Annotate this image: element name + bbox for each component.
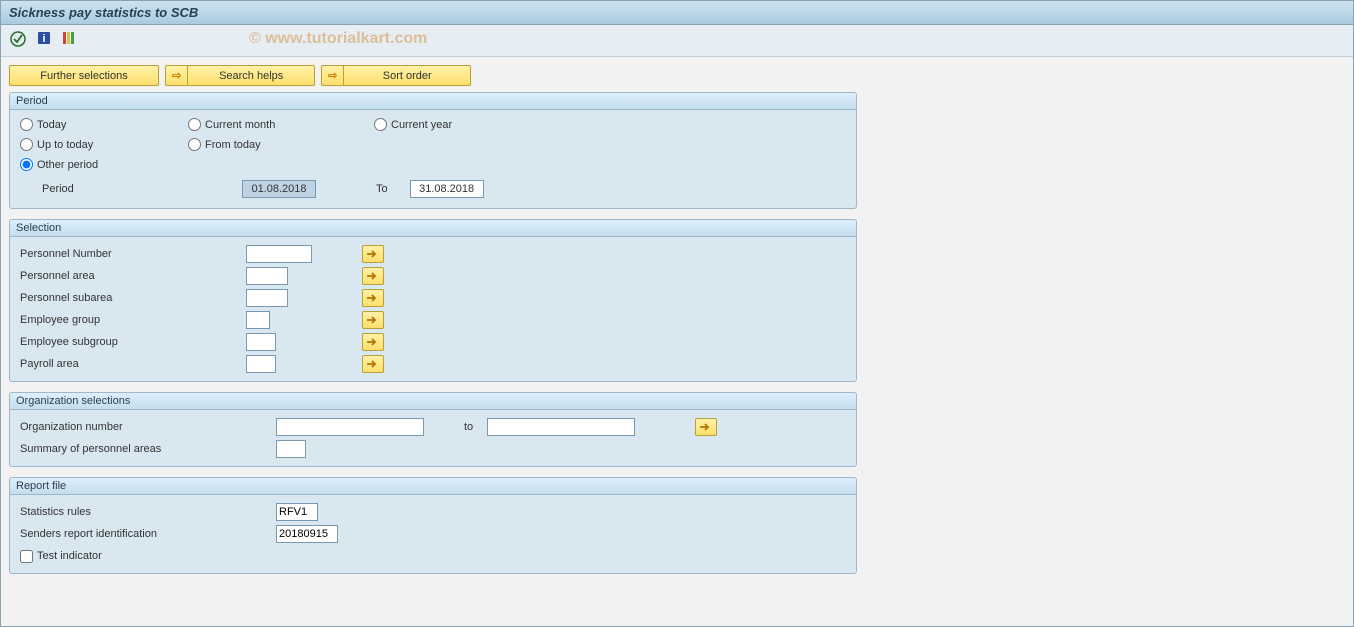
selection-group: Selection Personnel Number Personnel are… [9, 219, 857, 382]
to-label: To [376, 183, 388, 195]
radio-current-month[interactable]: Current month [188, 118, 275, 131]
report-file-group: Report file Statistics rules Senders rep… [9, 477, 857, 574]
further-selections-button[interactable]: Further selections [9, 65, 159, 86]
organization-group: Organization selections Organization num… [9, 392, 857, 467]
multi-select-button[interactable] [362, 245, 384, 263]
label-payroll-area: Payroll area [20, 358, 246, 370]
summary-personnel-areas-input[interactable] [276, 440, 306, 458]
label-org-number: Organization number [20, 421, 276, 433]
label-employee-group: Employee group [20, 314, 246, 326]
title-bar: Sickness pay statistics to SCB [1, 1, 1353, 25]
toolbar: i © www.tutorialkart.com [1, 25, 1353, 57]
period-label: Period [42, 183, 242, 195]
group-title: Selection [10, 220, 856, 237]
label-sender-report-id: Senders report identification [20, 528, 276, 540]
search-helps-button[interactable]: ⇨ Search helps [165, 65, 315, 86]
org-number-from-input[interactable] [276, 418, 424, 436]
radio-up-to-today[interactable]: Up to today [20, 138, 93, 151]
multi-select-button[interactable] [362, 355, 384, 373]
radio-from-today[interactable]: From today [188, 138, 261, 151]
period-group: Period Today Current month Current year … [9, 92, 857, 209]
label-summary-personnel-areas: Summary of personnel areas [20, 443, 276, 455]
page-title: Sickness pay statistics to SCB [9, 5, 198, 20]
group-title: Report file [10, 478, 856, 495]
content-area: Further selections ⇨ Search helps ⇨ Sort… [1, 57, 1353, 592]
group-title: Organization selections [10, 393, 856, 410]
label-test-indicator: Test indicator [37, 550, 102, 562]
label-statistics-rules: Statistics rules [20, 506, 276, 518]
button-label: Further selections [32, 66, 135, 85]
multi-select-button[interactable] [362, 267, 384, 285]
label-personnel-number: Personnel Number [20, 248, 246, 260]
svg-text:i: i [43, 33, 46, 45]
multi-select-button[interactable] [362, 311, 384, 329]
period-from-field[interactable]: 01.08.2018 [242, 180, 316, 198]
personnel-number-input[interactable] [246, 245, 312, 263]
label-personnel-subarea: Personnel subarea [20, 292, 246, 304]
app-window: Sickness pay statistics to SCB i © www.t… [0, 0, 1354, 627]
report-tree-icon[interactable] [61, 30, 77, 48]
label-employee-subgroup: Employee subgroup [20, 336, 246, 348]
period-to-field[interactable]: 31.08.2018 [410, 180, 484, 198]
group-title: Period [10, 93, 856, 110]
multi-select-button[interactable] [695, 418, 717, 436]
sort-order-button[interactable]: ⇨ Sort order [321, 65, 471, 86]
radio-current-year[interactable]: Current year [374, 118, 452, 131]
payroll-area-input[interactable] [246, 355, 276, 373]
multi-select-button[interactable] [362, 333, 384, 351]
radio-today[interactable]: Today [20, 118, 66, 131]
arrow-icon: ⇨ [166, 66, 188, 85]
execute-icon[interactable] [9, 30, 27, 48]
test-indicator-checkbox[interactable]: Test indicator [20, 550, 102, 563]
org-number-to-input[interactable] [487, 418, 635, 436]
multi-select-button[interactable] [362, 289, 384, 307]
sender-report-id-input[interactable] [276, 525, 338, 543]
employee-subgroup-input[interactable] [246, 333, 276, 351]
button-label: Search helps [188, 66, 314, 85]
label-personnel-area: Personnel area [20, 270, 246, 282]
button-label: Sort order [344, 66, 470, 85]
personnel-area-input[interactable] [246, 267, 288, 285]
to-label: to [464, 421, 473, 433]
info-icon[interactable]: i [36, 30, 52, 48]
radio-other-period[interactable]: Other period [20, 158, 98, 171]
employee-group-input[interactable] [246, 311, 270, 329]
personnel-subarea-input[interactable] [246, 289, 288, 307]
watermark: © www.tutorialkart.com [249, 30, 427, 48]
button-row: Further selections ⇨ Search helps ⇨ Sort… [9, 65, 1345, 86]
statistics-rules-input[interactable] [276, 503, 318, 521]
arrow-icon: ⇨ [322, 66, 344, 85]
